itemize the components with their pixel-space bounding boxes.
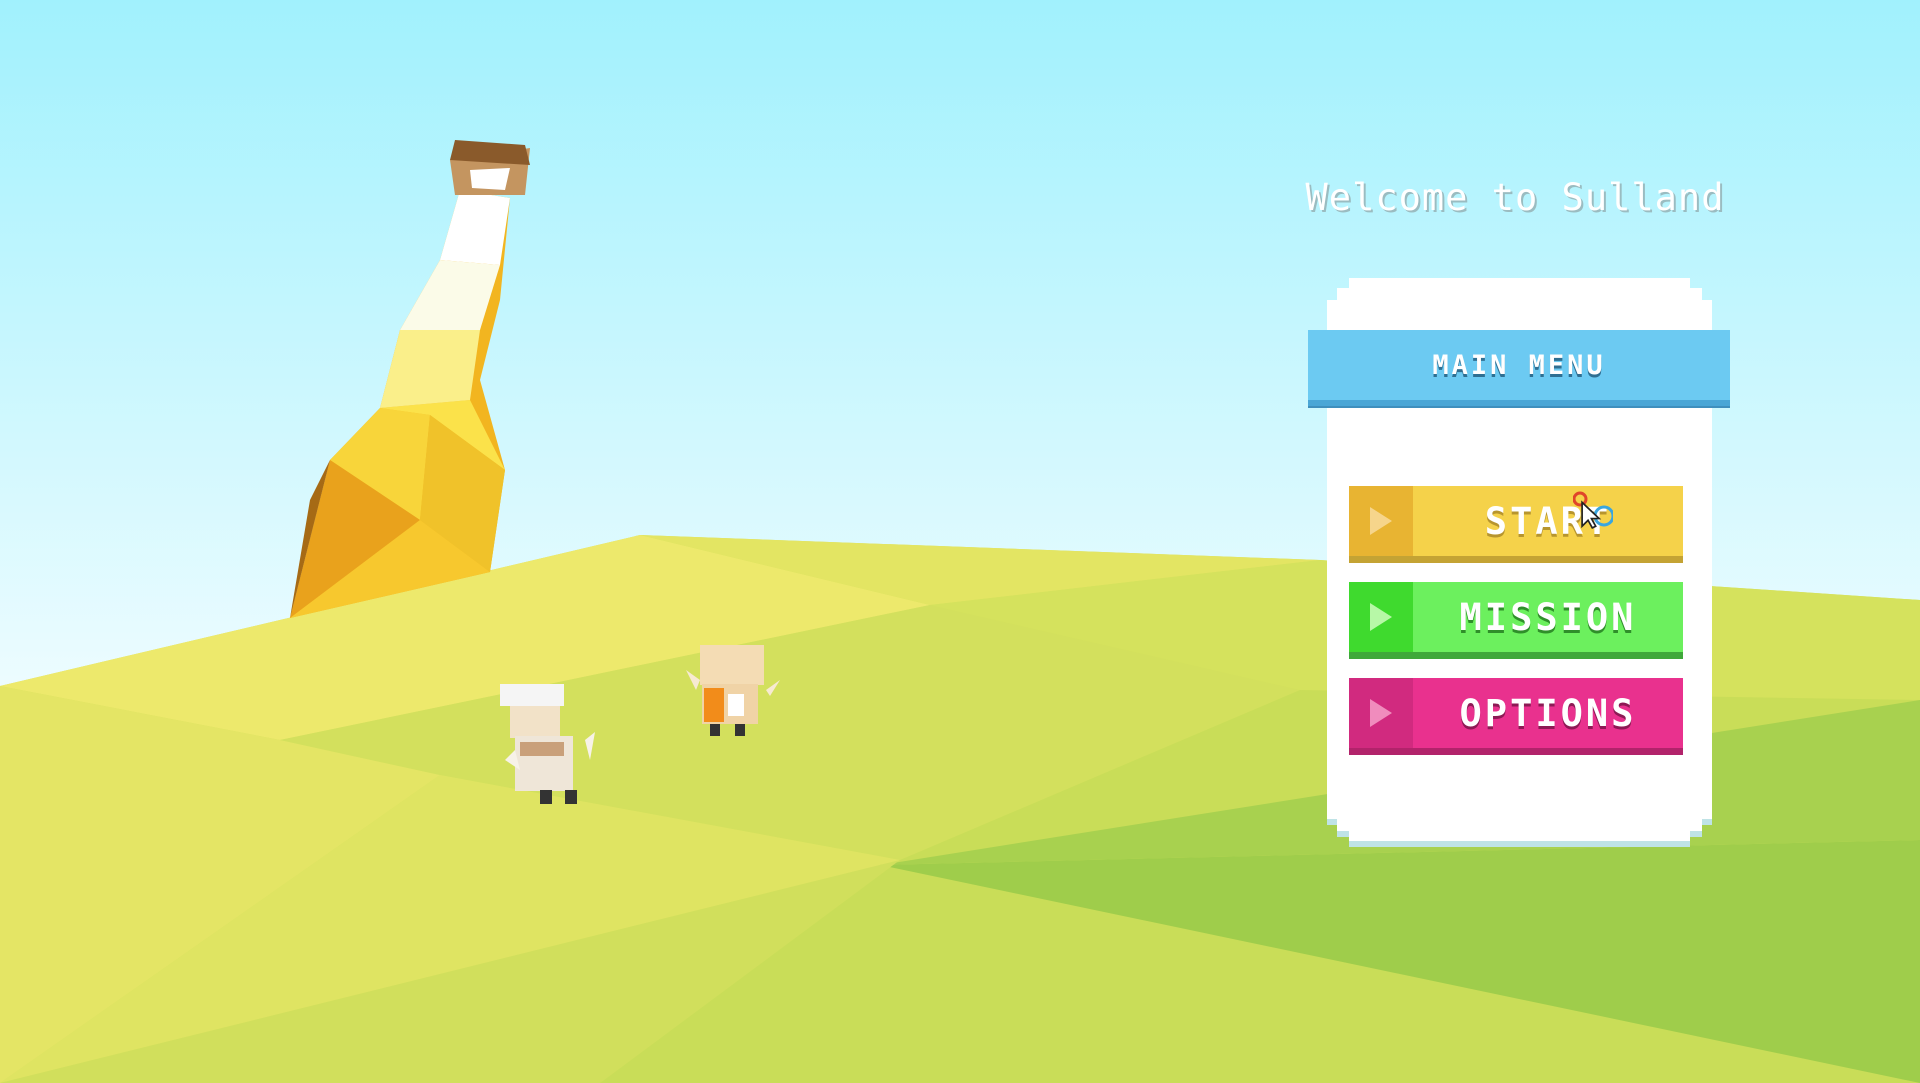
mission-button-icon-box [1349,582,1413,652]
options-button-label: OPTIONS [1459,691,1637,735]
mission-button[interactable]: MISSION [1349,582,1683,659]
play-triangle-icon [1370,699,1392,727]
start-button-icon-box [1349,486,1413,556]
mouse-cursor-icon [1573,491,1613,530]
options-button-icon-box [1349,678,1413,748]
play-triangle-icon [1370,603,1392,631]
start-button[interactable]: START [1349,486,1683,563]
start-button-label: START [1484,499,1612,543]
options-button[interactable]: OPTIONS [1349,678,1683,755]
welcome-title: Welcome to Sulland [1305,176,1725,219]
mission-button-label: MISSION [1459,595,1637,639]
main-menu-header: MAIN MENU [1308,330,1730,406]
play-triangle-icon [1370,507,1392,535]
main-menu-title: MAIN MENU [1432,349,1606,381]
